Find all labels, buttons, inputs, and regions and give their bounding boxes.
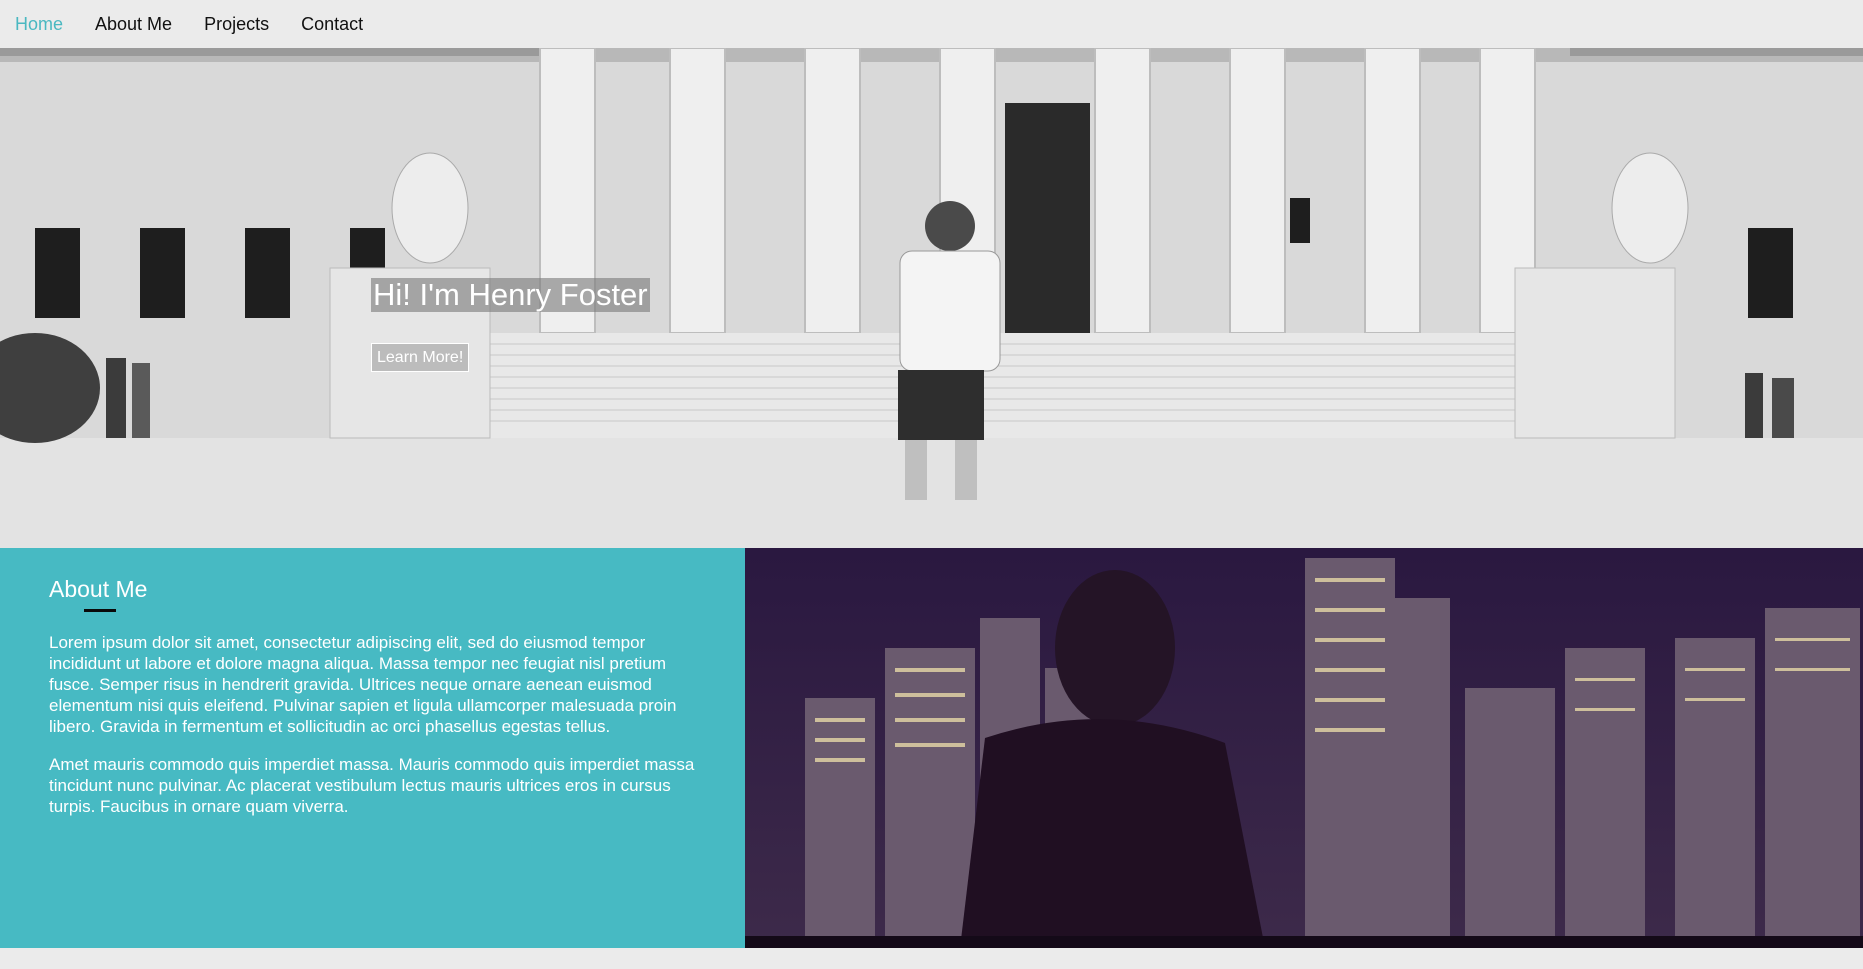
about-paragraph-2: Amet mauris commodo quis imperdiet massa…: [49, 755, 695, 816]
learn-more-button[interactable]: Learn More!: [371, 343, 470, 372]
about-me-heading: About Me: [49, 576, 148, 602]
heading-underline: [84, 609, 116, 612]
hero-title: Hi! I'm Henry Foster: [371, 277, 650, 312]
about-paragraph-1: Lorem ipsum dolor sit amet, consectetur …: [49, 633, 677, 736]
nav-link-about-me[interactable]: About Me: [95, 14, 172, 35]
city-night-photo: [745, 548, 1863, 948]
top-navbar: Home About Me Projects Contact: [0, 0, 1863, 48]
nav-link-projects[interactable]: Projects: [204, 14, 269, 35]
nav-link-home[interactable]: Home: [15, 14, 63, 35]
about-me-section: About Me Lorem ipsum dolor sit amet, con…: [0, 548, 745, 948]
footer-strip: [0, 948, 1863, 969]
hero-section: Hi! I'm Henry Foster Learn More!: [0, 48, 1863, 548]
nav-link-contact[interactable]: Contact: [301, 14, 363, 35]
hero-background-image: [0, 48, 1863, 548]
city-night-image: [745, 548, 1863, 948]
